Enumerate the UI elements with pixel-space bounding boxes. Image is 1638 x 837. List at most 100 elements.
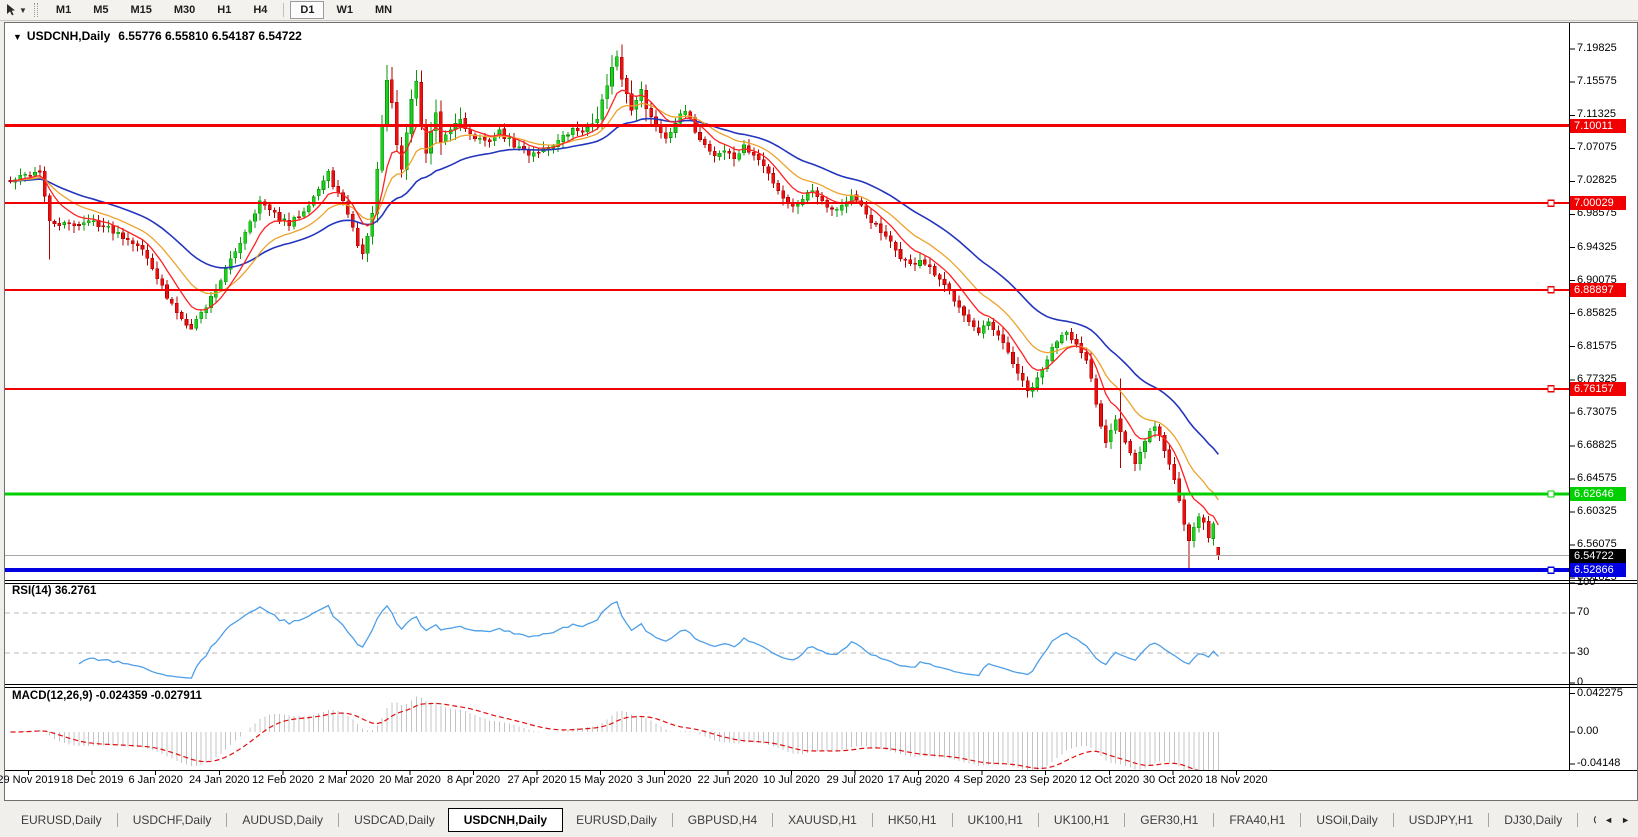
- ma-slow-line: [10, 117, 1219, 455]
- level-handle-6.62646[interactable]: [1547, 490, 1555, 498]
- tab-separator: [1037, 813, 1039, 827]
- macd-indicator-label: MACD(12,26,9) -0.024359 -0.027911: [12, 690, 202, 702]
- level-handle-6.88897[interactable]: [1547, 286, 1555, 294]
- tab-hk50-h1[interactable]: HK50,H1: [875, 809, 950, 831]
- cursor-tool-dropdown-icon[interactable]: ▼: [19, 6, 27, 15]
- price-axis-label: 6.81575: [1577, 339, 1617, 352]
- toolbar-separator: [283, 3, 285, 17]
- ma-fast-line: [10, 89, 1219, 526]
- price-badge-6.62646: 6.62646: [1570, 486, 1626, 501]
- moving-averages: [10, 89, 1219, 526]
- date-axis-label: 8 Apr 2020: [446, 774, 501, 786]
- tab-eurusd-daily[interactable]: EURUSD,Daily: [563, 809, 670, 831]
- timeframe-button-mn[interactable]: MN: [365, 1, 402, 19]
- level-handle-6.52866[interactable]: [1547, 566, 1555, 574]
- tab-china300-h1[interactable]: CHINA300,H1: [1580, 809, 1596, 831]
- date-axis-label: 10 Jul 2020: [762, 774, 820, 786]
- price-badge-6.52866: 6.52866: [1570, 563, 1626, 578]
- tab-uk100-h1[interactable]: UK100,H1: [955, 809, 1036, 831]
- price-axis-label: 6.68825: [1577, 438, 1617, 451]
- tab-separator: [671, 813, 673, 827]
- tab-uk100-h1[interactable]: UK100,H1: [1041, 809, 1122, 831]
- price-badge-6.88897: 6.88897: [1570, 282, 1626, 297]
- tab-separator: [1488, 813, 1490, 827]
- price-badge-6.76157: 6.76157: [1570, 381, 1626, 396]
- level-handle-6.76157[interactable]: [1547, 385, 1555, 393]
- date-axis-label: 27 Apr 2020: [507, 774, 567, 786]
- date-axis-label: 2 Mar 2020: [318, 774, 375, 786]
- tab-usdchf-daily[interactable]: USDCHF,Daily: [120, 809, 225, 831]
- current-price-badge: 6.54722: [1570, 548, 1626, 563]
- date-axis-label: 20 Mar 2020: [379, 774, 441, 786]
- tab-xauusd-h1[interactable]: XAUUSD,H1: [775, 809, 870, 831]
- date-axis-label: 23 Sep 2020: [1014, 774, 1077, 786]
- price-axis-label: 7.19825: [1577, 42, 1617, 55]
- macd-axis-label: 0.042275: [1577, 686, 1623, 699]
- tab-separator: [951, 813, 953, 827]
- tab-fra40-h1[interactable]: FRA40,H1: [1216, 809, 1298, 831]
- date-axis-label: 22 Jun 2020: [697, 774, 759, 786]
- toolbar-grip[interactable]: [33, 3, 38, 17]
- price-axis-label: 6.94325: [1577, 240, 1617, 253]
- level-handle-7.00029[interactable]: [1547, 199, 1555, 207]
- cursor-tool-icon[interactable]: [4, 3, 18, 17]
- date-axis-label: 15 May 2020: [568, 774, 633, 786]
- date-axis-label: 6 Jan 2020: [128, 774, 183, 786]
- tab-separator: [116, 813, 118, 827]
- date-axis-label: 12 Oct 2020: [1079, 774, 1140, 786]
- tab-audusd-daily[interactable]: AUDUSD,Daily: [229, 809, 336, 831]
- macd-axis-label: 0.00: [1577, 725, 1599, 737]
- date-axis-label: 18 Dec 2019: [60, 774, 124, 786]
- tab-dj30-daily[interactable]: DJ30,Daily: [1491, 809, 1575, 831]
- chart-canvas[interactable]: [5, 23, 1637, 800]
- tab-usoil-daily[interactable]: USOil,Daily: [1303, 809, 1390, 831]
- tab-eurusd-daily[interactable]: EURUSD,Daily: [8, 809, 115, 831]
- chart-tab-bar: EURUSD,Daily USDCHF,Daily AUDUSD,Daily USDC…: [0, 803, 1638, 837]
- candles-series: [8, 44, 1221, 570]
- timeframe-button-m30[interactable]: M30: [164, 1, 205, 19]
- tab-scroll-arrows: ◄ ►: [1596, 815, 1638, 825]
- toolbar: ▼ M1 M5 M15 M30 H1 H4 D1 W1 MN: [0, 0, 1638, 21]
- rsi-axis-label: 70: [1577, 606, 1590, 618]
- price-axis-label: 7.07075: [1577, 141, 1617, 154]
- tab-ger30-h1[interactable]: GER30,H1: [1127, 809, 1211, 831]
- tab-separator: [1300, 813, 1302, 827]
- tab-usdjpy-h1[interactable]: USDJPY,H1: [1396, 809, 1486, 831]
- price-axis-label: 6.60325: [1577, 505, 1617, 518]
- timeframe-button-d1[interactable]: D1: [290, 1, 325, 19]
- tab-scroll-right-icon[interactable]: ►: [1621, 815, 1630, 825]
- tab-separator: [1124, 813, 1126, 827]
- macd-series: [10, 696, 1219, 771]
- date-axis-label: 12 Feb 2020: [251, 774, 314, 786]
- rsi-indicator-label: RSI(14) 36.2761: [12, 585, 97, 597]
- tab-usdcnh-daily[interactable]: USDCNH,Daily: [447, 808, 564, 832]
- tab-usdcad-daily[interactable]: USDCAD,Daily: [341, 809, 448, 831]
- date-axis-label: 4 Sep 2020: [953, 774, 1011, 786]
- timeframe-button-h4[interactable]: H4: [243, 1, 277, 19]
- level-lines: [5, 124, 1569, 574]
- chart-symbol-label: USDCNH,Daily: [26, 29, 111, 43]
- price-axis-label: 6.85825: [1577, 306, 1617, 319]
- timeframe-button-m5[interactable]: M5: [83, 1, 118, 19]
- date-axis-label: 3 Jun 2020: [637, 774, 692, 786]
- date-axis-label: 18 Nov 2020: [1205, 774, 1268, 786]
- date-axis-label: 29 Jul 2020: [826, 774, 884, 786]
- timeframe-button-m15[interactable]: M15: [120, 1, 161, 19]
- timeframe-toolbar: M1 M5 M15 M30 H1 H4 D1 W1 MN: [45, 0, 403, 21]
- tab-separator: [1577, 813, 1579, 827]
- timeframe-button-m1[interactable]: M1: [46, 1, 81, 19]
- price-badge-7.10011: 7.10011: [1570, 118, 1626, 133]
- tab-gbpusd-h4[interactable]: GBPUSD,H4: [675, 809, 770, 831]
- chart-window: ▼ USDCNH,Daily 6.55776 6.55810 6.54187 6.5…: [0, 22, 1638, 801]
- tab-separator: [871, 813, 873, 827]
- chart-tabs: EURUSD,Daily USDCHF,Daily AUDUSD,Daily USDC…: [8, 807, 1596, 833]
- chart-ohlc-values: 6.55776 6.55810 6.54187 6.54722: [118, 29, 302, 43]
- timeframe-button-h1[interactable]: H1: [207, 1, 241, 19]
- timeframe-button-w1[interactable]: W1: [326, 1, 363, 19]
- collapse-indicator-icon[interactable]: ▼: [13, 32, 22, 42]
- rsi-axis-label: 100: [1577, 576, 1596, 588]
- price-axis-label: 6.73075: [1577, 405, 1617, 418]
- chart-title: ▼ USDCNH,Daily 6.55776 6.55810 6.54187 6.5…: [13, 29, 302, 43]
- tab-scroll-left-icon[interactable]: ◄: [1604, 815, 1613, 825]
- price-axis-label: 7.02825: [1577, 174, 1617, 187]
